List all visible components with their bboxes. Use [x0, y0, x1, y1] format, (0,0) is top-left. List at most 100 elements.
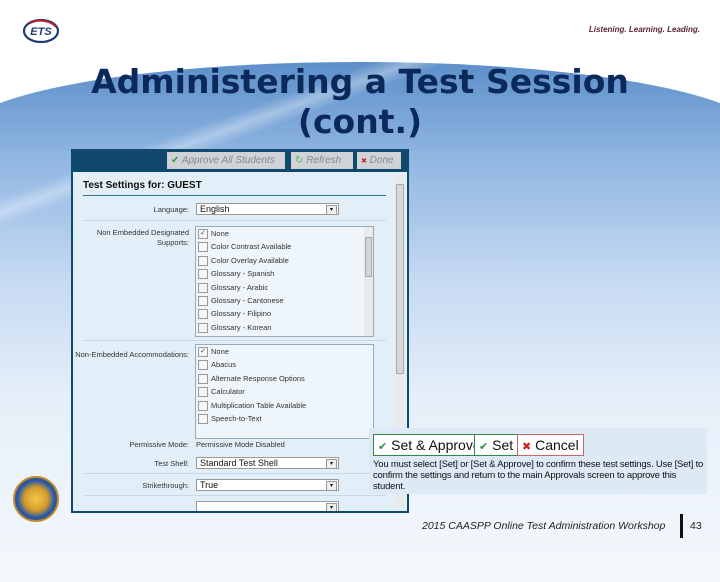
- list-item[interactable]: Multiplication Table Available: [196, 399, 373, 412]
- row-divider: [83, 220, 386, 221]
- language-label: Language:: [153, 205, 189, 214]
- checkbox[interactable]: [198, 360, 208, 371]
- heading-divider: [83, 195, 386, 196]
- california-seal-logo: [13, 476, 59, 522]
- checkbox[interactable]: [198, 413, 208, 424]
- footer-text: 2015 CAASPP Online Test Administration W…: [422, 520, 666, 532]
- close-icon: ✖: [361, 158, 367, 165]
- set-and-approve-button[interactable]: ✔ Set & Approve: [373, 434, 486, 456]
- checkbox-label: Glossary - Filipino: [211, 309, 272, 319]
- chevron-down-icon: ▾: [326, 481, 337, 491]
- language-value: English: [200, 204, 230, 214]
- refresh-label: Refresh: [306, 155, 342, 166]
- strikethrough-value: True: [200, 480, 219, 490]
- checkbox[interactable]: [198, 309, 208, 320]
- checkbox[interactable]: [198, 255, 208, 266]
- chevron-down-icon: ▾: [326, 459, 337, 469]
- row-divider: [83, 340, 386, 341]
- list-item[interactable]: ✓ None: [196, 227, 373, 240]
- set-label: Set: [492, 437, 514, 453]
- panel-scroll-thumb[interactable]: [396, 184, 404, 374]
- toolbar: ✔ Approve All Students ↻ Refresh ✖ Done: [71, 149, 409, 172]
- svg-text:ETS: ETS: [30, 26, 52, 38]
- list-scrollbar[interactable]: [364, 227, 373, 336]
- cancel-button[interactable]: ✖ Cancel: [517, 434, 584, 456]
- settings-heading: Test Settings for: GUEST: [83, 180, 202, 191]
- checkbox-label: Speech-to-Text: [211, 413, 262, 423]
- approve-all-label: Approve All Students: [181, 155, 275, 166]
- checkbox[interactable]: [198, 295, 208, 306]
- chevron-down-icon: ▾: [326, 503, 337, 511]
- page-number: 43: [690, 520, 702, 532]
- ets-logo: ETS: [22, 18, 60, 44]
- settings-panel: Test Settings for: GUEST Language: Engli…: [73, 172, 407, 511]
- set-and-approve-label: Set & Approve: [391, 437, 481, 453]
- test-shell-value: Standard Test Shell: [200, 458, 278, 468]
- approve-all-students-button[interactable]: ✔ Approve All Students: [167, 152, 285, 169]
- slide-title-line1: Administering a Test Session: [91, 62, 629, 101]
- list-item[interactable]: Speech-to-Text: [196, 412, 373, 425]
- accommodations-label: Non-Embedded Accommodations:: [75, 350, 189, 359]
- cancel-label: Cancel: [535, 437, 579, 453]
- checkbox[interactable]: [198, 282, 208, 293]
- list-item[interactable]: Glossary - Korean: [196, 321, 373, 334]
- list-item[interactable]: Abacus: [196, 358, 373, 371]
- designated-supports-label: Non Embedded Designated Supports:: [96, 228, 189, 247]
- list-item[interactable]: Glossary - Cantonese: [196, 294, 373, 307]
- strikethrough-label: Strikethrough:: [142, 481, 189, 490]
- set-button[interactable]: ✔ Set: [474, 434, 519, 456]
- list-item[interactable]: Color Overlay Available: [196, 254, 373, 267]
- list-item[interactable]: Glossary - Filipino: [196, 307, 373, 320]
- check-icon: ✔: [171, 155, 180, 166]
- list-item[interactable]: Glossary - Spanish: [196, 267, 373, 280]
- done-button[interactable]: ✖ Done: [357, 152, 401, 169]
- checkbox-label: Multiplication Table Available: [211, 400, 307, 410]
- checkbox-label: Glossary - Arabic: [211, 282, 269, 292]
- list-item[interactable]: Alternate Response Options: [196, 372, 373, 385]
- language-select[interactable]: English ▾: [196, 203, 339, 215]
- close-icon: ✖: [522, 441, 532, 453]
- checkbox[interactable]: ✓: [198, 347, 208, 358]
- checkbox-label: Abacus: [211, 360, 237, 370]
- checkbox-label: Calculator: [211, 387, 245, 397]
- slide-title-line2: (cont.): [297, 102, 423, 141]
- designated-supports-list[interactable]: ✓ None Color Contrast Available Color Overl…: [195, 226, 374, 337]
- chevron-down-icon: ▾: [326, 205, 337, 215]
- list-item[interactable]: Color Contrast Available: [196, 240, 373, 253]
- checkbox-label: Alternate Response Options: [211, 373, 305, 383]
- checkbox[interactable]: [198, 400, 208, 411]
- slide-title: Administering a Test Session (cont.): [0, 62, 720, 142]
- confirmation-note: You must select [Set] or [Set & Approve]…: [373, 459, 704, 492]
- row-divider: [83, 495, 386, 496]
- check-icon: ✔: [479, 441, 489, 453]
- accommodations-list[interactable]: ✓ None Abacus Alternate Response Options Cal…: [195, 344, 374, 439]
- test-shell-label: Test Shell:: [154, 459, 189, 468]
- list-item[interactable]: Glossary - Arabic: [196, 281, 373, 294]
- list-item[interactable]: Calculator: [196, 385, 373, 398]
- next-setting-select[interactable]: ▾: [196, 501, 339, 511]
- checkbox[interactable]: [198, 242, 208, 253]
- checkbox-label: Glossary - Korean: [211, 322, 272, 332]
- footer-divider: [680, 514, 683, 538]
- checkbox-label: Glossary - Spanish: [211, 269, 275, 279]
- strikethrough-select[interactable]: True ▾: [196, 479, 339, 491]
- refresh-button[interactable]: ↻ Refresh: [291, 152, 353, 169]
- permissive-mode-value: Permissive Mode Disabled: [196, 440, 285, 449]
- checkbox-label: Color Overlay Available: [211, 255, 289, 265]
- checkbox[interactable]: [198, 373, 208, 384]
- done-label: Done: [369, 155, 394, 166]
- checkbox[interactable]: ✓: [198, 229, 208, 240]
- list-item[interactable]: ✓ None: [196, 345, 373, 358]
- test-shell-select[interactable]: Standard Test Shell ▾: [196, 457, 339, 469]
- checkbox[interactable]: [198, 322, 208, 333]
- checkbox[interactable]: [198, 387, 208, 398]
- checkbox-label: Glossary - Cantonese: [211, 295, 284, 305]
- permissive-mode-label: Permissive Mode:: [129, 440, 189, 449]
- test-settings-screenshot: ✔ Approve All Students ↻ Refresh ✖ Done …: [71, 149, 409, 513]
- checkbox-label: None: [211, 347, 229, 356]
- row-divider: [83, 473, 386, 474]
- checkbox[interactable]: [198, 269, 208, 280]
- check-icon: ✔: [378, 441, 388, 453]
- checkbox-label: None: [211, 229, 229, 238]
- list-scroll-thumb[interactable]: [365, 237, 372, 277]
